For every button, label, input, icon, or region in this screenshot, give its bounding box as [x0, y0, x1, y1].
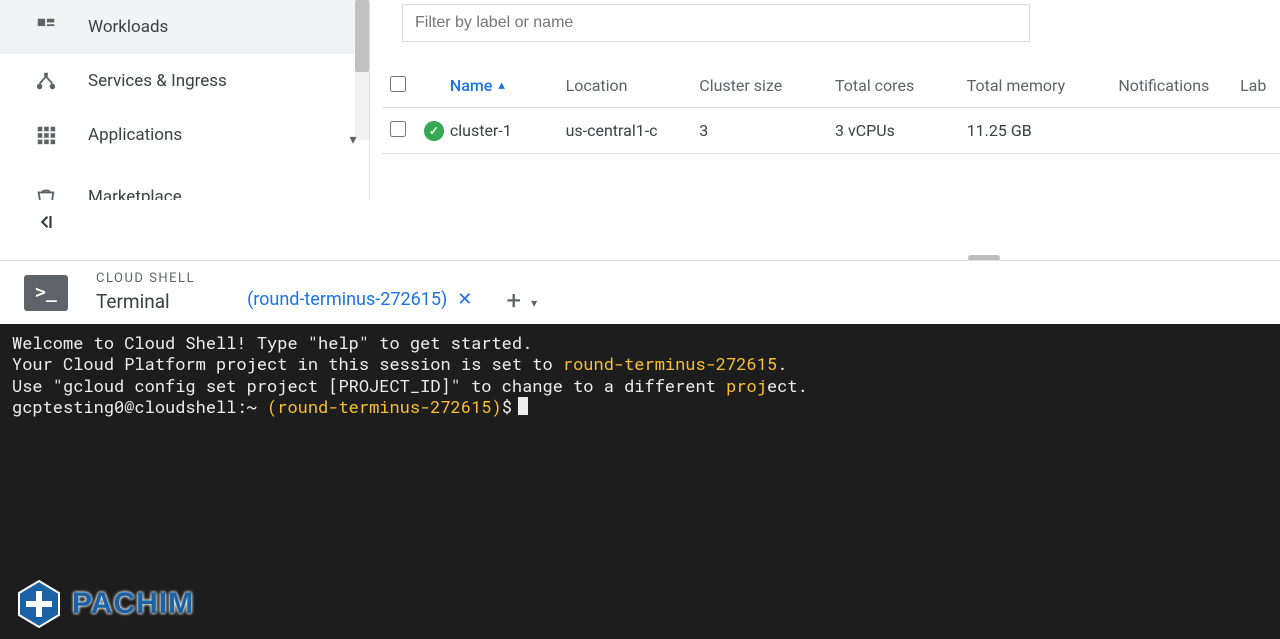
terminal-line: Welcome to Cloud Shell! Type "help" to g…	[12, 331, 532, 354]
add-tab-button[interactable]: +	[506, 286, 521, 316]
filter-input[interactable]	[402, 4, 1030, 42]
sidebar-expand-caret[interactable]: ▾	[343, 130, 363, 150]
row-total-memory-cell: 11.25 GB	[967, 121, 1119, 140]
workloads-icon	[34, 15, 58, 39]
row-name-cell: cluster-1	[450, 121, 566, 140]
sidebar-item-label: Workloads	[88, 17, 168, 37]
cloud-shell-terminal-label: Terminal	[96, 291, 195, 314]
row-status-cell: ✓	[418, 121, 450, 141]
terminal-cursor	[518, 397, 528, 415]
column-header-name[interactable]: Name ▴	[450, 76, 566, 95]
terminal-line: Use "gcloud config set project [PROJECT_…	[12, 374, 726, 397]
column-header-total-cores[interactable]: Total cores	[835, 76, 967, 95]
sidebar-scrollbar-track[interactable]	[355, 0, 369, 140]
main-content: Name ▴ Location Cluster size Total cores…	[370, 0, 1280, 260]
sidebar-item-marketplace[interactable]: Marketplace	[0, 170, 369, 200]
cloud-shell-label: CLOUD SHELL	[96, 271, 195, 287]
row-total-cores-cell: 3 vCPUs	[835, 121, 967, 140]
collapse-sidebar-row	[34, 210, 58, 234]
select-all-checkbox[interactable]	[390, 76, 406, 92]
table-row[interactable]: ✓ cluster-1 us-central1-c 3 3 vCPUs 11.2…	[382, 108, 1280, 154]
sidebar: Workloads Services & Ingress Application…	[0, 0, 370, 200]
cloud-shell-tabs: (round-terminus-272615) ✕ + ▾	[241, 261, 537, 324]
column-header-notifications[interactable]: Notifications	[1118, 76, 1240, 95]
column-header-cluster-size[interactable]: Cluster size	[699, 76, 835, 95]
cloud-shell-panel: >_ CLOUD SHELL Terminal (round-terminus-…	[0, 260, 1280, 639]
column-header-labels[interactable]: Lab	[1240, 76, 1280, 95]
close-icon[interactable]: ✕	[457, 289, 472, 310]
terminal-prompt-user: gcptesting0@cloudshell	[12, 395, 236, 418]
sidebar-item-workloads[interactable]: Workloads	[0, 0, 369, 54]
marketplace-icon	[34, 185, 58, 200]
table-header-row: Name ▴ Location Cluster size Total cores…	[382, 64, 1280, 108]
terminal-text: ~	[247, 395, 257, 418]
terminal-text: $	[502, 395, 512, 418]
terminal-text: :	[236, 395, 246, 418]
cluster-name-link[interactable]: cluster-1	[450, 121, 512, 140]
row-checkbox[interactable]	[390, 121, 406, 137]
sort-ascending-icon: ▴	[498, 78, 505, 93]
cloud-shell-header: >_ CLOUD SHELL Terminal (round-terminus-…	[0, 260, 1280, 324]
row-cluster-size-cell: 3	[699, 121, 835, 140]
terminal-text: ect.	[767, 374, 808, 397]
row-location-cell: us-central1-c	[566, 121, 700, 140]
row-checkbox-cell	[382, 121, 418, 141]
clusters-table: Name ▴ Location Cluster size Total cores…	[382, 64, 1280, 154]
add-tab-menu-caret[interactable]: ▾	[531, 296, 537, 310]
header-checkbox-cell	[382, 76, 418, 96]
sidebar-scrollbar-thumb[interactable]	[355, 0, 369, 72]
terminal-output[interactable]: Welcome to Cloud Shell! Type "help" to g…	[0, 324, 1280, 639]
collapse-sidebar-button[interactable]	[34, 210, 58, 234]
column-header-label: Name	[450, 76, 492, 95]
sidebar-item-label: Services & Ingress	[88, 71, 227, 91]
services-icon	[34, 69, 58, 93]
cloud-shell-tab-label: (round-terminus-272615)	[247, 289, 447, 310]
terminal-text: .	[777, 352, 787, 375]
status-ok-icon: ✓	[424, 121, 444, 141]
column-header-location[interactable]: Location	[566, 76, 700, 95]
cloud-shell-titles: CLOUD SHELL Terminal	[96, 271, 195, 313]
sidebar-item-services[interactable]: Services & Ingress	[0, 54, 369, 108]
sidebar-item-applications[interactable]: Applications	[0, 108, 369, 162]
terminal-line: Your Cloud Platform project in this sess…	[12, 352, 563, 375]
column-header-total-memory[interactable]: Total memory	[967, 76, 1119, 95]
terminal-project-id: round-terminus-272615	[563, 352, 777, 375]
sidebar-item-label: Applications	[88, 125, 182, 145]
terminal-prompt-project: (round-terminus-272615)	[267, 395, 502, 418]
applications-icon	[34, 123, 58, 147]
terminal-highlight: proj	[726, 374, 767, 397]
cloud-shell-icon: >_	[24, 275, 68, 311]
upper-panel: Workloads Services & Ingress Application…	[0, 0, 1280, 260]
sidebar-item-label: Marketplace	[88, 187, 182, 200]
